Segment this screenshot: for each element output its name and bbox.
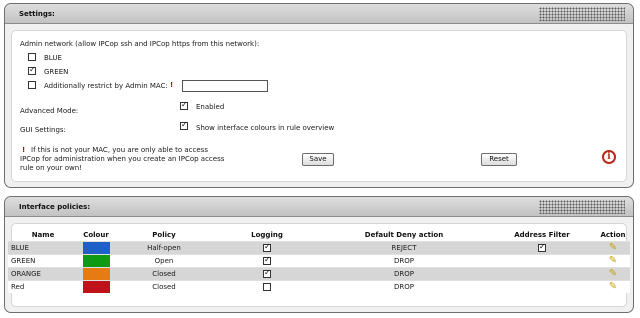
header-logging: Logging: [251, 230, 283, 239]
logging-checkbox[interactable]: [263, 255, 271, 265]
colour-swatch: [82, 254, 110, 267]
row-default-deny: DROP: [320, 266, 488, 280]
address-filter-checkbox[interactable]: [538, 242, 546, 252]
logging-checkbox[interactable]: [263, 242, 271, 252]
row-logging-cell: [214, 240, 320, 254]
header-name: Name: [31, 230, 55, 239]
warning-text-line2: IPCop for administration when you create…: [20, 155, 225, 163]
info-icon[interactable]: i: [602, 150, 616, 164]
row-colour-cell: [78, 266, 114, 280]
advanced-mode-option: Enabled: [196, 103, 225, 111]
row-address-filter-cell: [488, 279, 596, 293]
row-name: Red: [8, 279, 78, 293]
table-row: GREEN Open DROP ✎: [8, 253, 630, 267]
table-row: BLUE Half-open REJECT ✎: [8, 240, 630, 254]
blue-checkbox[interactable]: [28, 53, 36, 61]
table-row: ORANGE Closed DROP ✎: [8, 266, 630, 280]
panel-grip: [539, 7, 625, 21]
header-default-deny: Default Deny action: [364, 230, 444, 239]
settings-panel-header: Settings:: [5, 4, 633, 24]
row-default-deny: REJECT: [320, 240, 488, 254]
colour-swatch: [82, 267, 110, 280]
row-colour-cell: [78, 240, 114, 254]
blue-label: BLUE: [44, 54, 62, 62]
row-logging-cell: [214, 279, 320, 293]
row-name: BLUE: [8, 240, 78, 254]
row-default-deny: DROP: [320, 279, 488, 293]
settings-title: Settings:: [19, 10, 55, 18]
row-action-cell: ✎: [596, 266, 630, 280]
row-name: GREEN: [8, 253, 78, 267]
pencil-icon[interactable]: ✎: [609, 242, 617, 253]
reset-button[interactable]: Reset: [481, 153, 517, 166]
header-action: Action: [600, 230, 626, 239]
colour-swatch: [82, 241, 110, 254]
row-policy: Closed: [114, 266, 214, 280]
row-address-filter-cell: [488, 266, 596, 280]
table-row: Red Closed DROP ✎: [8, 279, 630, 293]
admin-mac-input[interactable]: [182, 80, 268, 92]
save-button[interactable]: Save: [302, 153, 334, 166]
admin-network-label: Admin network (allow IPCop ssh and IPCop…: [20, 40, 260, 48]
warning-icon: !: [22, 146, 26, 154]
row-default-deny: DROP: [320, 253, 488, 267]
row-action-cell: ✎: [596, 279, 630, 293]
policies-title: Interface policies:: [19, 203, 91, 211]
header-colour: Colour: [83, 230, 109, 239]
green-checkbox[interactable]: [28, 65, 36, 75]
pencil-icon[interactable]: ✎: [609, 268, 617, 279]
green-label: GREEN: [44, 68, 69, 76]
panel-grip: [539, 200, 625, 214]
warning-text-line1: If this is not your MAC, you are only ab…: [31, 146, 208, 154]
row-colour-cell: [78, 253, 114, 267]
advanced-mode-checkbox[interactable]: [180, 100, 188, 110]
pencil-icon[interactable]: ✎: [609, 281, 617, 292]
row-action-cell: ✎: [596, 253, 630, 267]
header-address-filter: Address Filter: [514, 230, 570, 239]
colour-swatch: [82, 280, 110, 293]
row-colour-cell: [78, 279, 114, 293]
warning-text-line3: rule on your own!: [20, 164, 82, 172]
restrict-mac-checkbox[interactable]: [28, 81, 36, 89]
policies-panel-header: Interface policies:: [5, 197, 633, 217]
row-name: ORANGE: [8, 266, 78, 280]
interface-colours-option: Show interface colours in rule overview: [196, 124, 335, 132]
logging-checkbox[interactable]: [263, 282, 271, 291]
pencil-icon[interactable]: ✎: [609, 255, 617, 266]
row-policy: Closed: [114, 279, 214, 293]
header-policy: Policy: [152, 230, 176, 239]
row-policy: Half-open: [114, 240, 214, 254]
advanced-mode-label: Advanced Mode:: [20, 107, 79, 115]
table-header-row: Name Colour Policy Logging Default Deny …: [8, 229, 630, 241]
row-logging-cell: [214, 266, 320, 280]
mac-error-icon: !: [170, 81, 174, 89]
logging-checkbox[interactable]: [263, 268, 271, 278]
row-address-filter-cell: [488, 253, 596, 267]
row-policy: Open: [114, 253, 214, 267]
interface-colours-checkbox[interactable]: [180, 120, 188, 130]
row-address-filter-cell: [488, 240, 596, 254]
gui-settings-label: GUI Settings:: [20, 126, 66, 134]
row-logging-cell: [214, 253, 320, 267]
interface-policies-table: Name Colour Policy Logging Default Deny …: [8, 229, 630, 293]
restrict-mac-label: Additionally restrict by Admin MAC:: [44, 82, 168, 90]
row-action-cell: ✎: [596, 240, 630, 254]
